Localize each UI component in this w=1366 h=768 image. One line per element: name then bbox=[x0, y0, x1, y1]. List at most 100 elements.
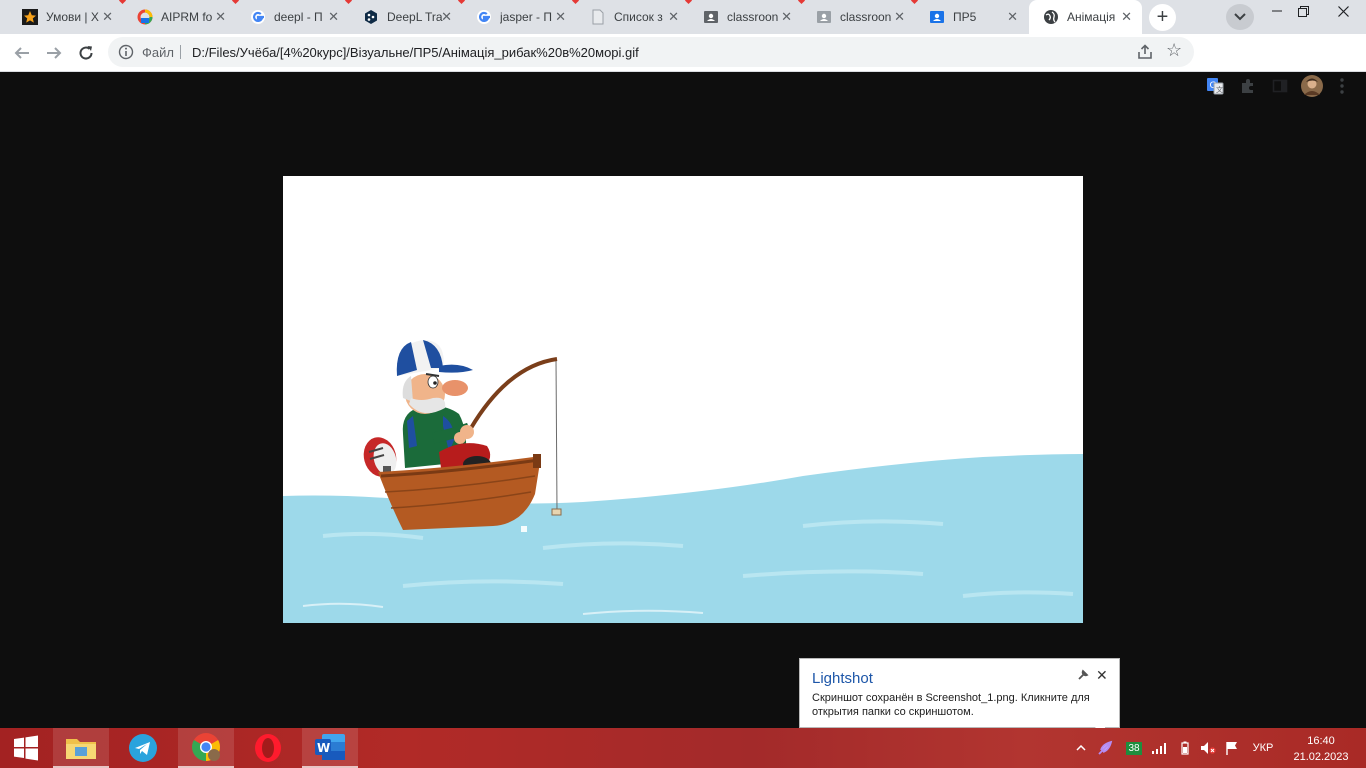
windows-icon bbox=[14, 735, 38, 761]
url-scheme-label: Файл bbox=[142, 45, 174, 60]
clock[interactable]: 16:40 21.02.2023 bbox=[1286, 733, 1356, 765]
notification-title: Lightshot bbox=[812, 670, 873, 687]
lightshot-tray-icon[interactable] bbox=[1094, 728, 1116, 768]
tab-5[interactable]: jasper - П ✕ bbox=[462, 0, 580, 34]
bookmark-star-icon[interactable]: ☆ bbox=[1166, 40, 1182, 61]
start-button[interactable] bbox=[0, 728, 52, 768]
fisherman bbox=[396, 340, 491, 472]
show-hidden-icons-button[interactable] bbox=[1072, 728, 1090, 768]
tab-close-icon[interactable]: ✕ bbox=[894, 10, 905, 24]
tab-8[interactable]: classroon ✕ bbox=[802, 0, 919, 34]
tab-search-button[interactable] bbox=[1226, 4, 1254, 30]
share-icon[interactable] bbox=[1136, 43, 1154, 64]
opera-icon bbox=[255, 734, 281, 762]
address-bar[interactable]: Файл D:/Files/Учёба/[4%20курс]/Візуальне… bbox=[108, 37, 1194, 67]
tab-close-icon[interactable]: ✕ bbox=[668, 10, 679, 24]
deepl-icon bbox=[363, 9, 379, 25]
tab-3[interactable]: deepl - П ✕ bbox=[236, 0, 353, 34]
language-indicator[interactable]: УКР bbox=[1248, 728, 1278, 768]
tray-badge[interactable]: 38 bbox=[1125, 728, 1143, 768]
tab-1[interactable]: Умови | Х ✕ bbox=[8, 0, 127, 34]
forward-button[interactable] bbox=[40, 39, 68, 67]
back-button[interactable] bbox=[8, 39, 36, 67]
fishing-rod bbox=[469, 357, 558, 430]
tab-close-icon[interactable]: ✕ bbox=[1121, 10, 1132, 24]
fishing-line bbox=[555, 358, 558, 512]
file-explorer-button[interactable] bbox=[53, 728, 109, 768]
google-icon bbox=[476, 9, 492, 25]
slides-icon bbox=[929, 9, 945, 25]
tab-10-active[interactable]: Анімація ✕ bbox=[1029, 0, 1142, 34]
tab-title: ПР5 bbox=[953, 10, 977, 24]
google-icon bbox=[250, 9, 266, 25]
url-text[interactable]: D:/Files/Учёба/[4%20курс]/Візуальне/ПР5/… bbox=[192, 45, 639, 60]
document-icon bbox=[590, 9, 606, 25]
telegram-button[interactable] bbox=[115, 728, 171, 768]
windows-taskbar: W 38 УКР 16:40 21.02.2023 bbox=[0, 728, 1366, 768]
lightshot-notification[interactable]: Lightshot ✕ Скриншот сохранён в Screensh… bbox=[799, 658, 1120, 739]
chrome-icon bbox=[192, 733, 220, 761]
side-panel-icon[interactable] bbox=[1269, 75, 1291, 97]
chrome-button[interactable] bbox=[178, 728, 234, 768]
tab-9[interactable]: ПР5 ✕ bbox=[915, 0, 1028, 34]
reload-button[interactable] bbox=[72, 39, 100, 67]
reload-icon bbox=[79, 46, 93, 60]
tab-title: deepl - П bbox=[274, 10, 323, 24]
tab-title: classroon bbox=[840, 10, 892, 24]
info-icon[interactable] bbox=[118, 44, 134, 63]
network-icon[interactable] bbox=[1149, 728, 1169, 768]
google-translate-icon[interactable]: G文 bbox=[1204, 75, 1226, 97]
clock-date: 21.02.2023 bbox=[1293, 751, 1349, 763]
tab-title: jasper - П bbox=[500, 10, 552, 24]
wrench-icon[interactable] bbox=[1077, 669, 1089, 684]
restore-icon bbox=[1297, 5, 1309, 17]
address-divider bbox=[180, 45, 181, 59]
new-tab-button[interactable]: + bbox=[1149, 4, 1176, 31]
chevron-down-icon bbox=[1234, 13, 1246, 21]
arrow-right-icon bbox=[47, 47, 62, 59]
gif-image-viewer bbox=[283, 176, 1083, 623]
svg-text:文: 文 bbox=[1216, 85, 1223, 94]
plus-icon: + bbox=[1156, 6, 1169, 28]
aiprm-icon bbox=[137, 9, 153, 25]
tab-7[interactable]: classroon ✕ bbox=[689, 0, 806, 34]
bobber bbox=[551, 508, 562, 516]
tab-title: Анімація bbox=[1067, 10, 1116, 24]
close-icon bbox=[1337, 5, 1349, 17]
word-button[interactable]: W bbox=[302, 728, 358, 768]
fisherman-animation-frame bbox=[283, 340, 1083, 623]
arrow-left-icon bbox=[14, 47, 29, 59]
battery-icon[interactable] bbox=[1176, 728, 1194, 768]
clock-time: 16:40 bbox=[1307, 735, 1335, 747]
chevron-up-icon bbox=[1076, 745, 1086, 751]
tab-2[interactable]: AIPRM fo ✕ bbox=[123, 0, 240, 34]
telegram-icon bbox=[129, 734, 157, 762]
tab-close-icon[interactable]: ✕ bbox=[555, 10, 566, 24]
tab-close-icon[interactable]: ✕ bbox=[102, 10, 113, 24]
classroom-icon bbox=[816, 9, 832, 25]
tab-strip: Умови | Х ✕ AIPRM fo ✕ deepl - П ✕ DeepL… bbox=[0, 0, 1366, 34]
folder-icon bbox=[66, 739, 96, 759]
tab-title: Умови | Х bbox=[46, 10, 99, 24]
profile-avatar[interactable] bbox=[1301, 75, 1323, 97]
tab-title: Список з bbox=[614, 10, 663, 24]
tab-close-icon[interactable]: ✕ bbox=[215, 10, 226, 24]
tab-close-icon[interactable]: ✕ bbox=[441, 10, 452, 24]
tray-badge-count: 38 bbox=[1126, 741, 1142, 755]
globe-icon bbox=[1043, 9, 1059, 25]
browser-toolbar: Файл D:/Files/Учёба/[4%20курс]/Візуальне… bbox=[0, 34, 1366, 97]
tab-title: DeepL Tra bbox=[387, 10, 443, 24]
notification-close-icon[interactable]: ✕ bbox=[1096, 667, 1108, 684]
tab-close-icon[interactable]: ✕ bbox=[328, 10, 339, 24]
tab-close-icon[interactable]: ✕ bbox=[781, 10, 792, 24]
opera-button[interactable] bbox=[240, 728, 296, 768]
volume-muted-icon[interactable] bbox=[1198, 728, 1218, 768]
tab-title: AIPRM fo bbox=[161, 10, 213, 24]
tab-close-icon[interactable]: ✕ bbox=[1007, 10, 1018, 24]
tab-6[interactable]: Список з ✕ bbox=[576, 0, 693, 34]
kebab-menu-icon[interactable] bbox=[1331, 75, 1353, 97]
close-window-button[interactable] bbox=[1320, 0, 1366, 22]
tab-4[interactable]: DeepL Tra ✕ bbox=[349, 0, 466, 34]
extensions-puzzle-icon[interactable] bbox=[1237, 75, 1259, 97]
action-flag-icon[interactable] bbox=[1222, 728, 1242, 768]
